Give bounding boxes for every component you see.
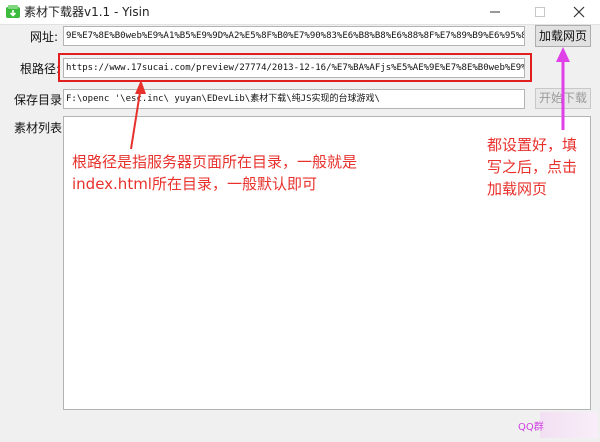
qq-group-watermark: QQ群: [518, 422, 544, 433]
annotation-arrows: [130, 47, 570, 150]
root-path-arrow-icon: [130, 80, 146, 150]
watermark-blur: [540, 412, 598, 438]
load-button-arrow-icon: [556, 47, 570, 130]
